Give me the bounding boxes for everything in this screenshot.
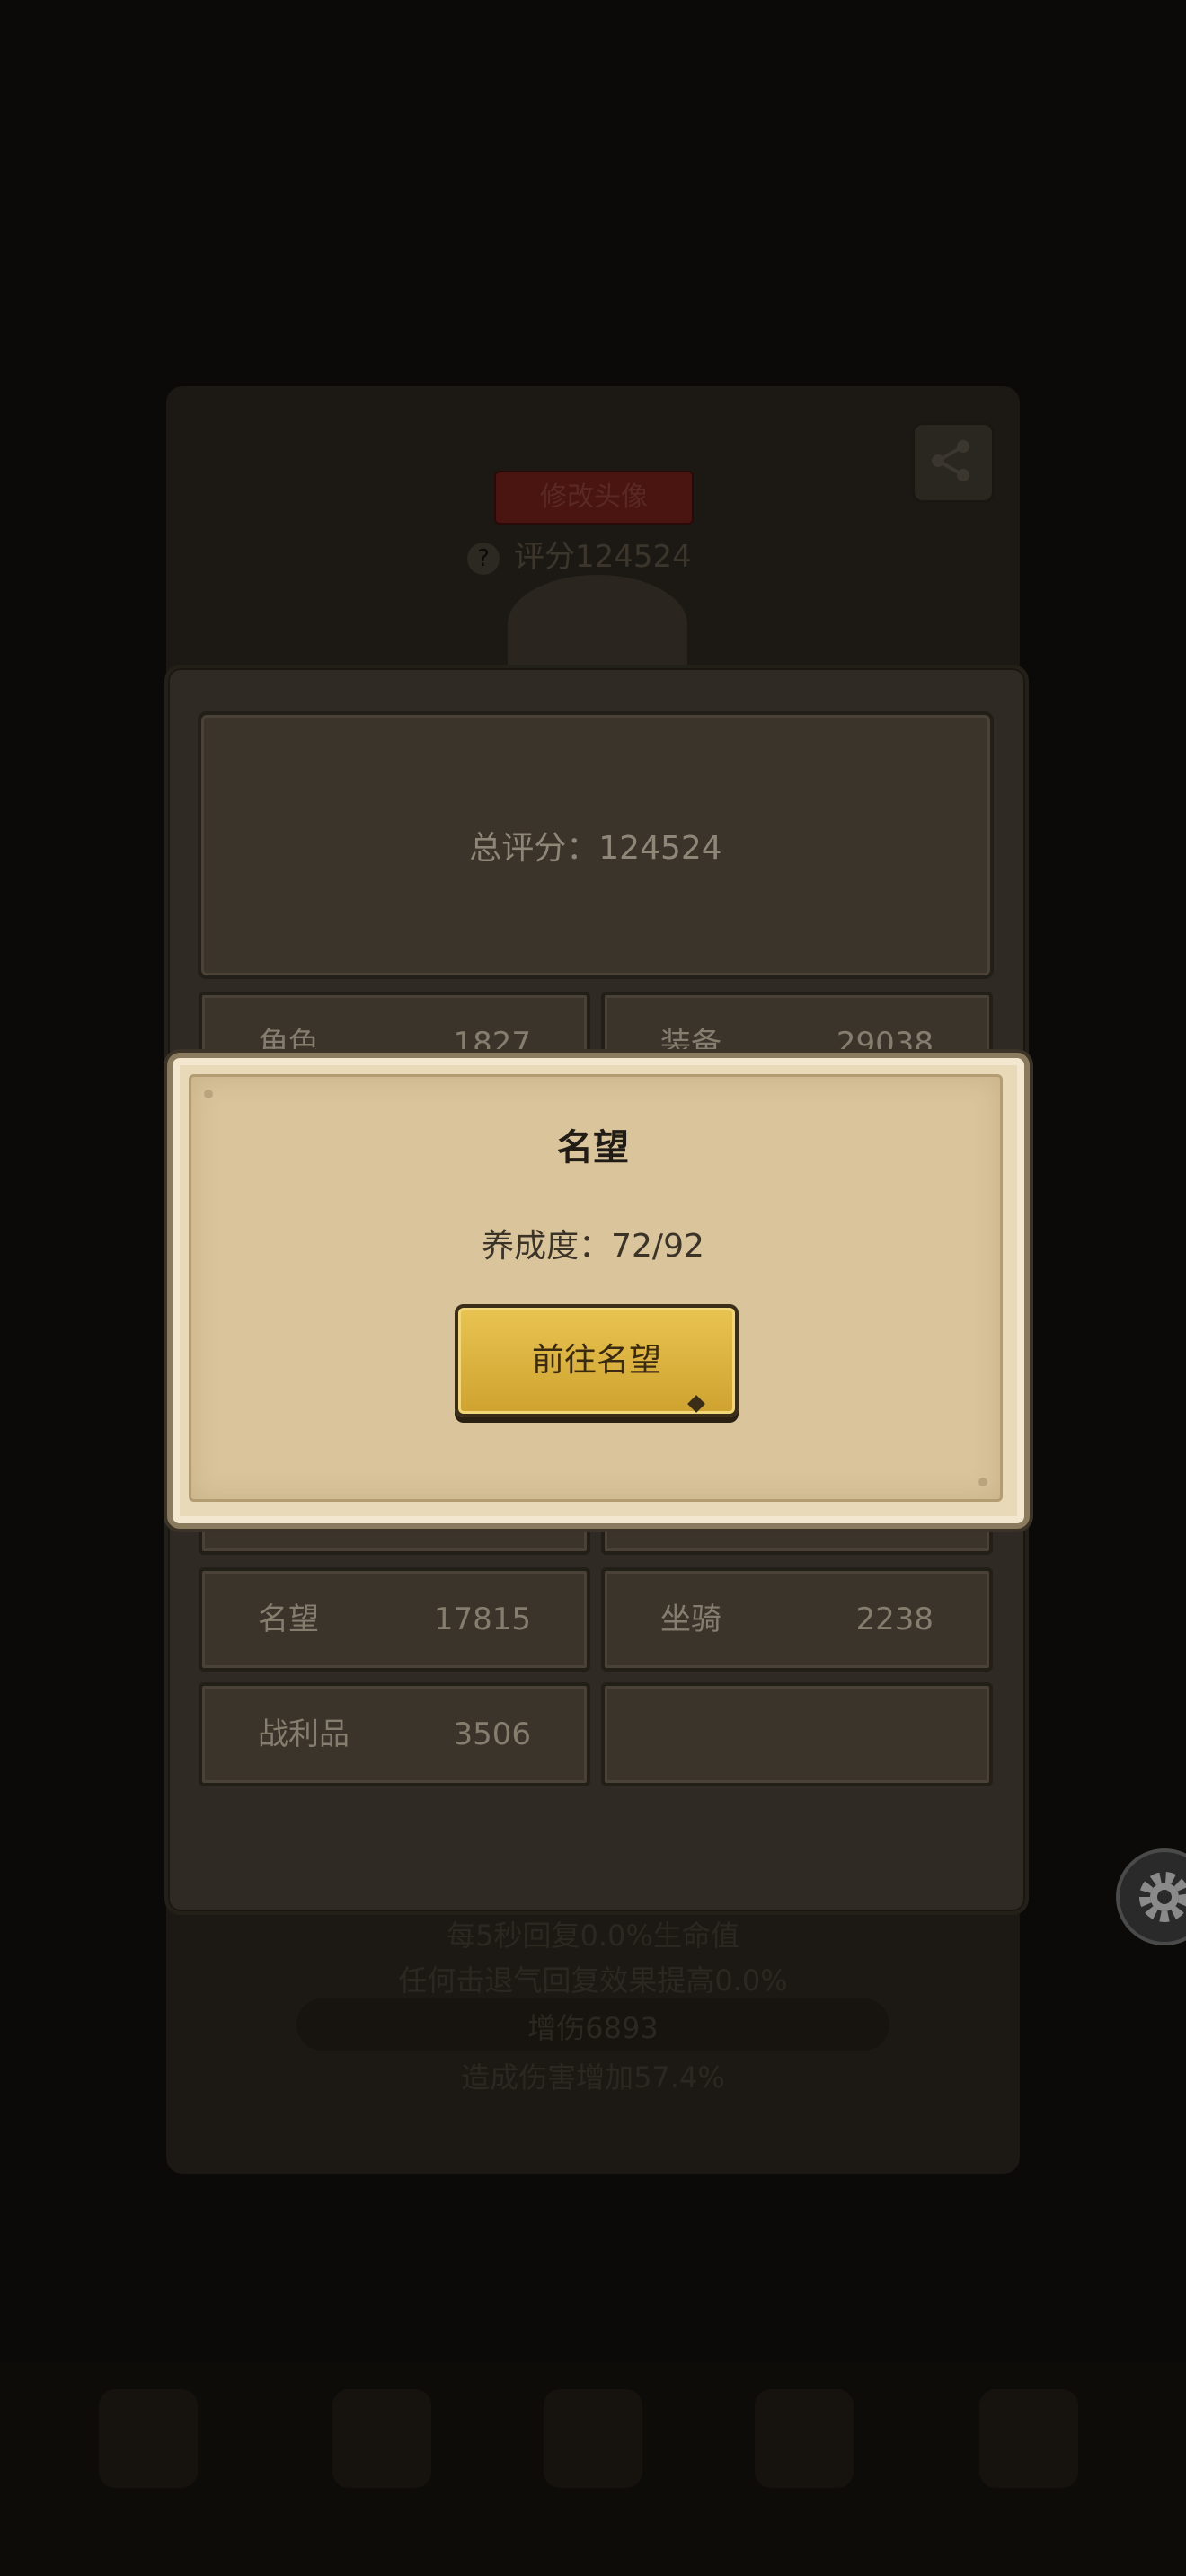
decoration bbox=[978, 1478, 987, 1486]
stat-card-mount[interactable]: 坐骑 2238 bbox=[601, 1567, 993, 1672]
avatar bbox=[508, 575, 687, 674]
bottom-nav-item[interactable] bbox=[332, 2389, 431, 2488]
stat-value: 3506 bbox=[453, 1716, 531, 1752]
stat-value: 2238 bbox=[855, 1601, 934, 1637]
go-button-label: 前往名望 bbox=[531, 1342, 661, 1379]
help-icon: ? bbox=[467, 542, 500, 575]
share-button[interactable] bbox=[912, 422, 995, 503]
decoration bbox=[687, 1395, 705, 1413]
share-icon bbox=[932, 440, 969, 481]
stat-card-loot[interactable]: 战利品 3506 bbox=[199, 1682, 590, 1786]
modal-title: 名望 bbox=[557, 1127, 629, 1169]
bottom-nav-item[interactable] bbox=[755, 2389, 854, 2488]
stat-card-empty bbox=[601, 1682, 993, 1786]
total-score: 总评分：124524 bbox=[198, 711, 994, 979]
background-score-text: 评分124524 bbox=[514, 539, 692, 575]
stat-card-reputation[interactable]: 名望 17815 bbox=[199, 1567, 590, 1672]
settings-button[interactable] bbox=[1116, 1848, 1186, 1945]
background-stat-line: 每5秒回复0.0%生命值 bbox=[447, 1919, 739, 1953]
bottom-nav-item[interactable] bbox=[544, 2389, 642, 2488]
decoration bbox=[204, 1090, 213, 1098]
total-score-label: 总评分：124524 bbox=[469, 830, 722, 867]
stat-label: 战利品 bbox=[258, 1716, 350, 1752]
background-stat-line: 造成伤害增加57.4% bbox=[461, 2060, 725, 2095]
background-stat-line: 增伤6893 bbox=[527, 2011, 659, 2045]
bottom-nav-item[interactable] bbox=[99, 2389, 198, 2488]
background-stat-line: 任何击退气回复效果提高0.0% bbox=[398, 1963, 788, 1998]
bottom-nav-item[interactable] bbox=[979, 2389, 1078, 2488]
stat-label: 名望 bbox=[258, 1601, 319, 1637]
gear-icon bbox=[1139, 1872, 1186, 1922]
stat-label: 坐骑 bbox=[660, 1601, 721, 1637]
stat-value: 17815 bbox=[433, 1601, 531, 1637]
cultivation-progress: 养成度：72/92 bbox=[482, 1228, 704, 1265]
change-avatar-badge: 修改头像 bbox=[494, 471, 694, 525]
go-to-reputation-button[interactable]: 前往名望 bbox=[455, 1304, 739, 1417]
background-score-line: ? 评分124524 bbox=[467, 534, 737, 579]
